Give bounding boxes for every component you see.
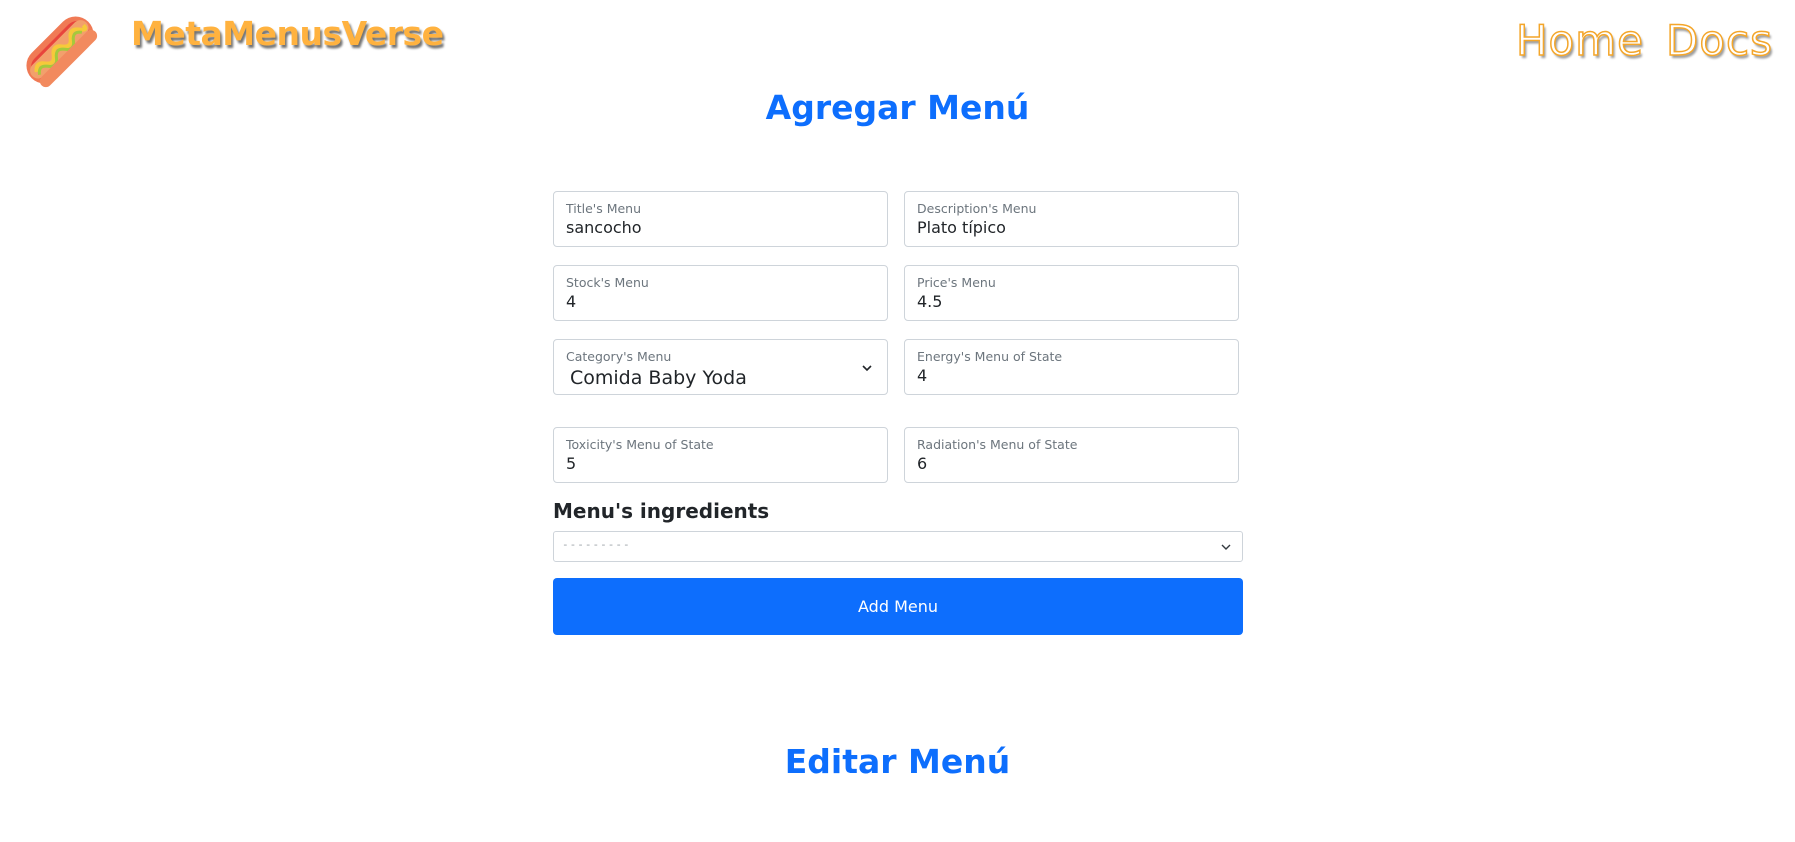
category-select[interactable]: Category's Menu Comida Baby Yoda [553,339,888,395]
nav-docs-link[interactable]: Docs [1665,15,1773,66]
energy-input[interactable]: 4 [917,366,1217,385]
radiation-label: Radiation's Menu of State [917,437,1078,452]
stock-field[interactable]: Stock's Menu 4 [553,265,888,321]
description-field[interactable]: Description's Menu Plato típico [904,191,1239,247]
price-label: Price's Menu [917,275,996,290]
title-input[interactable]: sancocho [566,218,866,237]
add-menu-button[interactable]: Add Menu [553,578,1243,635]
add-menu-form: Title's Menu sancocho Description's Menu… [553,191,1243,635]
ingredients-select[interactable]: --------- [553,531,1243,562]
page: MetaMenusVerse Home Docs Agregar Menú Ti… [0,0,1795,842]
add-menu-heading: Agregar Menú [765,88,1030,127]
energy-field[interactable]: Energy's Menu of State 4 [904,339,1239,395]
toxicity-field[interactable]: Toxicity's Menu of State 5 [553,427,888,483]
energy-label: Energy's Menu of State [917,349,1063,364]
hotdog-icon[interactable] [18,8,102,92]
chevron-down-icon [862,365,872,372]
radiation-field[interactable]: Radiation's Menu of State 6 [904,427,1239,483]
category-value: Comida Baby Yoda [570,367,747,389]
radiation-input[interactable]: 6 [917,454,1217,473]
stock-label: Stock's Menu [566,275,649,290]
category-label: Category's Menu [566,349,672,364]
nav-home-link[interactable]: Home [1515,15,1644,66]
ingredients-label: Menu's ingredients [553,499,770,523]
stock-input[interactable]: 4 [566,292,866,311]
description-label: Description's Menu [917,201,1037,216]
price-input[interactable]: 4.5 [917,292,1217,311]
edit-menu-heading: Editar Menú [784,742,1011,781]
top-nav: Home Docs [1515,15,1773,66]
chevron-down-icon [1221,544,1231,550]
title-label: Title's Menu [566,201,642,216]
title-field[interactable]: Title's Menu sancocho [553,191,888,247]
price-field[interactable]: Price's Menu 4.5 [904,265,1239,321]
toxicity-input[interactable]: 5 [566,454,866,473]
toxicity-label: Toxicity's Menu of State [566,437,714,452]
ingredients-selected-value: --------- [562,538,631,551]
brand-title[interactable]: MetaMenusVerse [131,14,444,53]
description-input[interactable]: Plato típico [917,218,1217,237]
